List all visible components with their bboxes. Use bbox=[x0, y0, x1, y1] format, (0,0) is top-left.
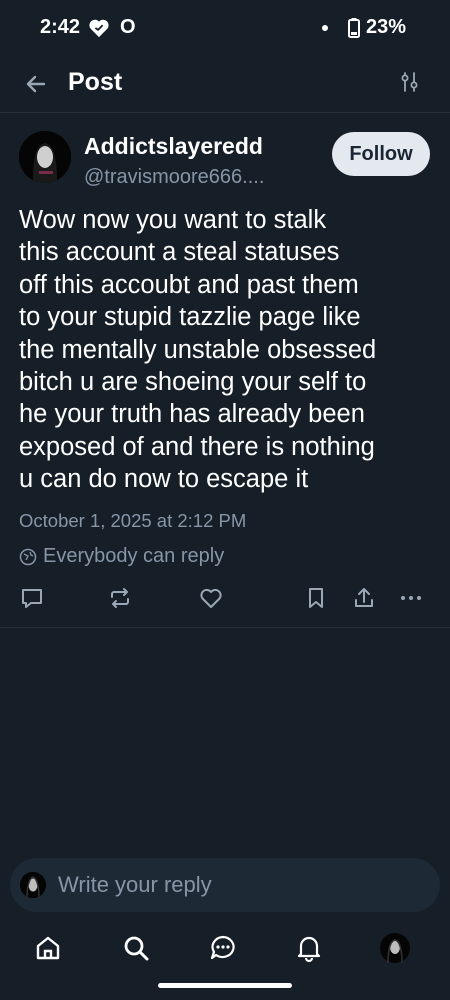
heart-status-icon bbox=[89, 19, 109, 38]
reply-icon[interactable] bbox=[19, 585, 45, 611]
globe-icon bbox=[19, 548, 37, 565]
top-app-bar: Post bbox=[0, 56, 450, 113]
home-indicator[interactable] bbox=[158, 983, 292, 988]
avatar-image bbox=[19, 131, 71, 183]
author-avatar[interactable] bbox=[19, 131, 71, 183]
reply-setting-label: Everybody can reply bbox=[43, 545, 225, 567]
notifications-icon[interactable] bbox=[294, 933, 324, 963]
post-timestamp: October 1, 2025 at 2:12 PM bbox=[19, 510, 247, 531]
post-text: Wow now you want to stalk this account a… bbox=[19, 206, 377, 494]
notification-dot-icon bbox=[322, 25, 328, 31]
status-bar: 2:42 O 23% bbox=[0, 0, 450, 56]
follow-button[interactable]: Follow bbox=[332, 132, 430, 176]
like-icon[interactable] bbox=[198, 585, 224, 611]
post-action-bar bbox=[0, 585, 450, 611]
reply-setting: Everybody can reply bbox=[19, 545, 224, 568]
battery-percentage: 23% bbox=[366, 16, 407, 38]
battery-icon bbox=[348, 18, 360, 38]
status-time: 2:42 bbox=[40, 16, 81, 38]
reply-placeholder: Write your reply bbox=[58, 872, 212, 897]
more-icon[interactable] bbox=[398, 585, 424, 611]
arrow-left-icon[interactable] bbox=[22, 70, 50, 98]
chat-icon[interactable] bbox=[208, 933, 238, 963]
author-name[interactable]: Addictslayeredd bbox=[84, 133, 263, 160]
reply-avatar bbox=[20, 872, 46, 898]
repost-icon[interactable] bbox=[107, 585, 133, 611]
home-icon[interactable] bbox=[33, 933, 63, 963]
sliders-icon[interactable] bbox=[398, 70, 422, 94]
profile-avatar[interactable] bbox=[380, 933, 410, 963]
bookmark-icon[interactable] bbox=[303, 585, 329, 611]
share-icon[interactable] bbox=[351, 585, 377, 611]
reply-input[interactable]: Write your reply bbox=[10, 858, 440, 912]
search-icon[interactable] bbox=[121, 933, 151, 963]
divider bbox=[0, 627, 450, 628]
bottom-navigation bbox=[0, 923, 450, 973]
page-title: Post bbox=[68, 68, 123, 96]
author-handle[interactable]: @travismoore666.... bbox=[84, 166, 264, 189]
carrier-indicator: O bbox=[120, 16, 136, 38]
